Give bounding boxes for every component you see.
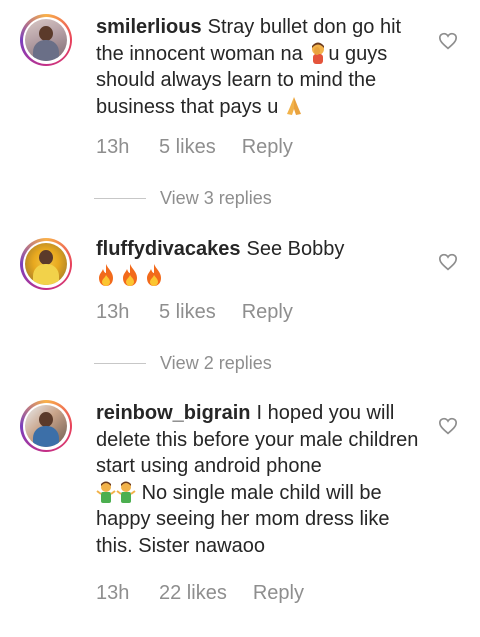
comment-time: 13h (96, 582, 130, 604)
comment-username[interactable]: reinbow_bigrain (96, 402, 250, 424)
comment-text: reinbow_bigrain I hoped you will delete t… (96, 400, 426, 559)
heart-outline-icon[interactable] (438, 253, 458, 271)
folded-hands-emoji (286, 96, 301, 115)
view-replies-label: View 2 replies (160, 353, 272, 373)
replies-divider (94, 198, 146, 199)
person-facepalming-emoji (312, 42, 325, 64)
comment-time: 13h (96, 136, 130, 158)
fire-emoji (99, 263, 113, 286)
comment-body: See Bobby (246, 238, 345, 260)
reply-button[interactable]: Reply (242, 301, 293, 324)
person-shrugging-emoji (116, 481, 136, 503)
reply-button[interactable]: Reply (253, 582, 304, 605)
comment-username[interactable]: fluffydivacakes (96, 238, 241, 260)
person-shrugging-emoji (96, 481, 116, 503)
comment-text: fluffydivacakes See Bobby (96, 236, 426, 291)
comment-time: 13h (96, 301, 130, 323)
comment-meta: 13h 5 likes Reply (96, 136, 293, 159)
comment-text: smilerlious Stray bullet don go hit the i… (96, 14, 426, 120)
avatar[interactable] (20, 238, 72, 290)
comment-username[interactable]: smilerlious (96, 16, 202, 38)
fire-emoji (147, 263, 161, 286)
heart-outline-icon[interactable] (438, 417, 458, 435)
likes-count[interactable]: 5 likes (159, 136, 216, 159)
likes-count[interactable]: 22 likes (159, 582, 227, 605)
view-replies-button[interactable]: View 2 replies (94, 353, 272, 374)
likes-count[interactable]: 5 likes (159, 301, 216, 324)
avatar[interactable] (20, 14, 72, 66)
avatar[interactable] (20, 400, 72, 452)
replies-divider (94, 363, 146, 364)
heart-outline-icon[interactable] (438, 32, 458, 50)
comment-body-cont: No single male child will be happy seein… (96, 481, 390, 557)
comment-meta: 13h 22 likes Reply (96, 582, 304, 605)
reply-button[interactable]: Reply (242, 136, 293, 159)
fire-emojis (96, 263, 168, 289)
comment-meta: 13h 5 likes Reply (96, 301, 293, 324)
view-replies-button[interactable]: View 3 replies (94, 188, 272, 209)
view-replies-label: View 3 replies (160, 188, 272, 208)
fire-emoji (123, 263, 137, 286)
